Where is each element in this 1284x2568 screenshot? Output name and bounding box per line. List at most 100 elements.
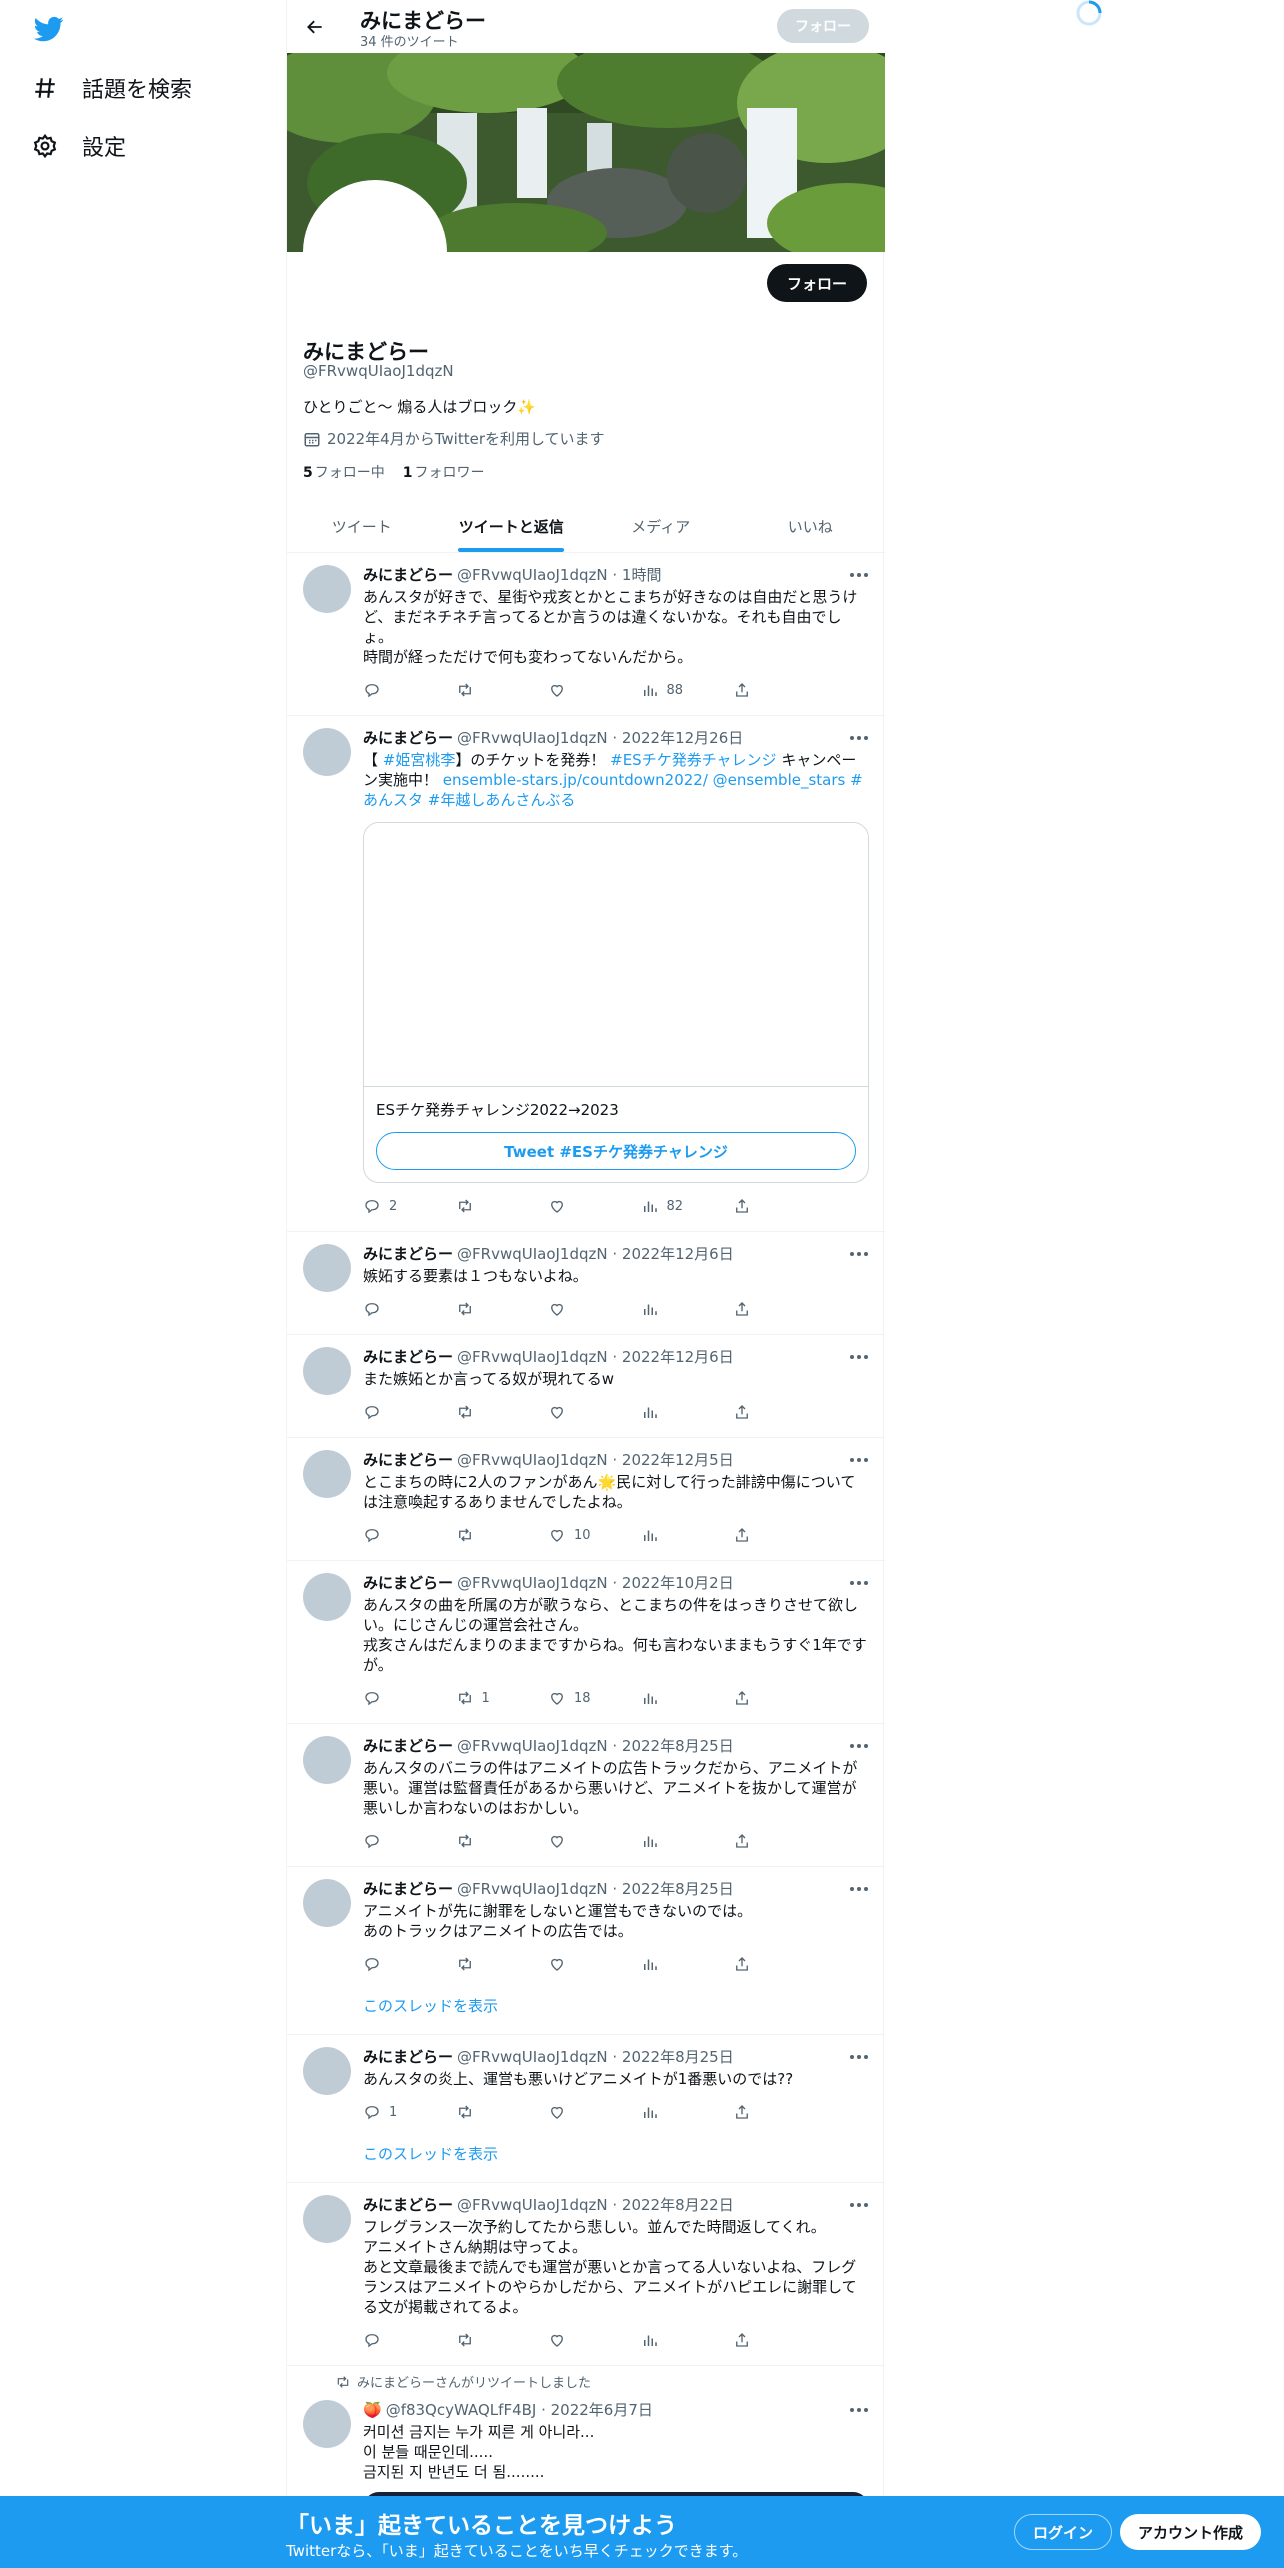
reply-button[interactable] xyxy=(363,1300,423,1318)
tweet-meta[interactable]: @FRvwqUIaoJ1dqzN · 1時間 xyxy=(457,566,661,584)
tweet-meta[interactable]: @FRvwqUIaoJ1dqzN · 2022年12月5日 xyxy=(457,1451,734,1469)
tweet[interactable]: みにまどらー @FRvwqUIaoJ1dqzN · 1時間 あんスタが好きで、星街… xyxy=(287,553,885,716)
reply-button[interactable] xyxy=(363,681,423,699)
login-button[interactable]: ログイン xyxy=(1014,2514,1113,2550)
card-tweet-button[interactable]: Tweet #ESチケ発券チャレンジ xyxy=(376,1132,856,1170)
more-options-icon[interactable] xyxy=(849,732,869,744)
reply-button[interactable] xyxy=(363,1689,423,1707)
like-button[interactable] xyxy=(548,2103,608,2121)
more-options-icon[interactable] xyxy=(849,569,869,581)
more-options-icon[interactable] xyxy=(849,1454,869,1466)
tweet-meta[interactable]: @FRvwqUIaoJ1dqzN · 2022年12月6日 xyxy=(457,1245,734,1263)
tweet-author-name[interactable]: みにまどらー xyxy=(363,1880,453,1898)
profile-avatar[interactable] xyxy=(303,180,447,324)
tweet[interactable]: みにまどらー @FRvwqUIaoJ1dqzN · 2022年12月5日 とこまち… xyxy=(287,1438,885,1561)
retweet-button[interactable] xyxy=(456,681,516,699)
more-options-icon[interactable] xyxy=(849,1351,869,1363)
views-button[interactable] xyxy=(641,1403,701,1421)
twitter-logo-icon[interactable] xyxy=(32,14,66,44)
signup-button[interactable]: アカウント作成 xyxy=(1120,2514,1262,2550)
tweet-meta[interactable]: @f83QcyWAQLfF4BJ · 2022年6月7日 xyxy=(386,2401,653,2419)
retweet-button[interactable] xyxy=(456,1300,516,1318)
views-button[interactable]: 82 xyxy=(641,1197,701,1215)
more-options-icon[interactable] xyxy=(849,1740,869,1752)
tweet-avatar[interactable] xyxy=(303,1573,351,1621)
tweet-meta[interactable]: @FRvwqUIaoJ1dqzN · 2022年8月22日 xyxy=(457,2196,734,2214)
more-options-icon[interactable] xyxy=(849,2404,869,2416)
tweet-card[interactable]: ESチケ発券チャレンジ2022→2023 Tweet #ESチケ発券チャレンジ xyxy=(363,822,869,1183)
more-options-icon[interactable] xyxy=(849,1883,869,1895)
share-button[interactable] xyxy=(733,2103,793,2121)
share-button[interactable] xyxy=(733,1689,793,1707)
share-button[interactable] xyxy=(733,1300,793,1318)
views-button[interactable] xyxy=(641,1689,701,1707)
retweet-button[interactable] xyxy=(456,1955,516,1973)
share-button[interactable] xyxy=(733,2331,793,2349)
tweet-meta[interactable]: @FRvwqUIaoJ1dqzN · 2022年8月25日 xyxy=(457,1880,734,1898)
tweet[interactable]: みにまどらー @FRvwqUIaoJ1dqzN · 2022年12月6日 また嫉妬… xyxy=(287,1335,885,1438)
more-options-icon[interactable] xyxy=(849,1577,869,1589)
tweet-author-name[interactable]: みにまどらー xyxy=(363,566,453,584)
more-options-icon[interactable] xyxy=(849,2051,869,2063)
views-button[interactable] xyxy=(641,1832,701,1850)
tweet-avatar[interactable] xyxy=(303,565,351,613)
retweet-button[interactable] xyxy=(456,1832,516,1850)
reply-button[interactable] xyxy=(363,1832,423,1850)
tweet[interactable]: みにまどらー @FRvwqUIaoJ1dqzN · 2022年8月25日 あんスタ… xyxy=(287,2035,885,2183)
hashtag-link[interactable]: #姫宮桃李 xyxy=(383,751,456,769)
views-button[interactable] xyxy=(641,1300,701,1318)
retweet-button[interactable] xyxy=(456,1403,516,1421)
tweet-avatar[interactable] xyxy=(303,728,351,776)
views-button[interactable] xyxy=(641,1526,701,1544)
tweet-author-name[interactable]: みにまどらー xyxy=(363,2048,453,2066)
show-thread-link[interactable]: このスレッドを表示 xyxy=(363,2129,869,2174)
like-button[interactable]: 10 xyxy=(548,1526,608,1544)
tweet[interactable]: みにまどらー @FRvwqUIaoJ1dqzN · 2022年12月6日 嫉妬する… xyxy=(287,1232,885,1335)
retweet-button[interactable] xyxy=(456,1526,516,1544)
tweet-author-name[interactable]: みにまどらー xyxy=(363,1348,453,1366)
share-button[interactable] xyxy=(733,1832,793,1850)
views-button[interactable] xyxy=(641,1955,701,1973)
tweet-author-name[interactable]: みにまどらー xyxy=(363,1737,453,1755)
like-button[interactable] xyxy=(548,2331,608,2349)
header-follow-button[interactable]: フォロー xyxy=(777,9,869,43)
tweet-avatar[interactable] xyxy=(303,1450,351,1498)
more-options-icon[interactable] xyxy=(849,2199,869,2211)
share-button[interactable] xyxy=(733,1955,793,1973)
like-button[interactable] xyxy=(548,1832,608,1850)
views-button[interactable] xyxy=(641,2103,701,2121)
tweet-author-name[interactable]: みにまどらー xyxy=(363,1245,453,1263)
tweet-author-name[interactable]: みにまどらー xyxy=(363,1451,453,1469)
tweet-meta[interactable]: @FRvwqUIaoJ1dqzN · 2022年8月25日 xyxy=(457,1737,734,1755)
tweet-author-name[interactable]: 🍑 xyxy=(363,2401,382,2419)
following-link[interactable]: 5 フォロー中 xyxy=(303,462,385,482)
share-button[interactable] xyxy=(733,1403,793,1421)
tab-tweets-and-replies[interactable]: ツイートと返信 xyxy=(437,500,587,552)
reply-button[interactable]: 1 xyxy=(363,2103,423,2121)
show-thread-link[interactable]: このスレッドを表示 xyxy=(363,1981,869,2026)
retweet-button[interactable] xyxy=(456,2331,516,2349)
like-button[interactable] xyxy=(548,1197,608,1215)
views-button[interactable]: 88 xyxy=(641,681,701,699)
tweet-avatar[interactable] xyxy=(303,2047,351,2095)
reply-button[interactable] xyxy=(363,1526,423,1544)
hashtag-link[interactable]: #ESチケ発券チャレンジ xyxy=(610,751,776,769)
reply-button[interactable]: 2 xyxy=(363,1197,423,1215)
followers-link[interactable]: 1 フォロワー xyxy=(403,462,485,482)
more-options-icon[interactable] xyxy=(849,1248,869,1260)
like-button[interactable] xyxy=(548,1403,608,1421)
share-button[interactable] xyxy=(733,1526,793,1544)
retweet-button[interactable] xyxy=(456,1197,516,1215)
tweet-author-name[interactable]: みにまどらー xyxy=(363,2196,453,2214)
share-button[interactable] xyxy=(733,681,793,699)
like-button[interactable] xyxy=(548,1955,608,1973)
tab-tweets[interactable]: ツイート xyxy=(287,500,437,552)
tweet-avatar[interactable] xyxy=(303,1736,351,1784)
nav-settings[interactable]: 設定 xyxy=(32,130,126,162)
reply-button[interactable] xyxy=(363,2331,423,2349)
back-button[interactable] xyxy=(299,12,331,42)
tweet-meta[interactable]: @FRvwqUIaoJ1dqzN · 2022年10月2日 xyxy=(457,1574,734,1592)
tweet-avatar[interactable] xyxy=(303,1347,351,1395)
tweet-avatar[interactable] xyxy=(303,1879,351,1927)
tab-media[interactable]: メディア xyxy=(586,500,736,552)
